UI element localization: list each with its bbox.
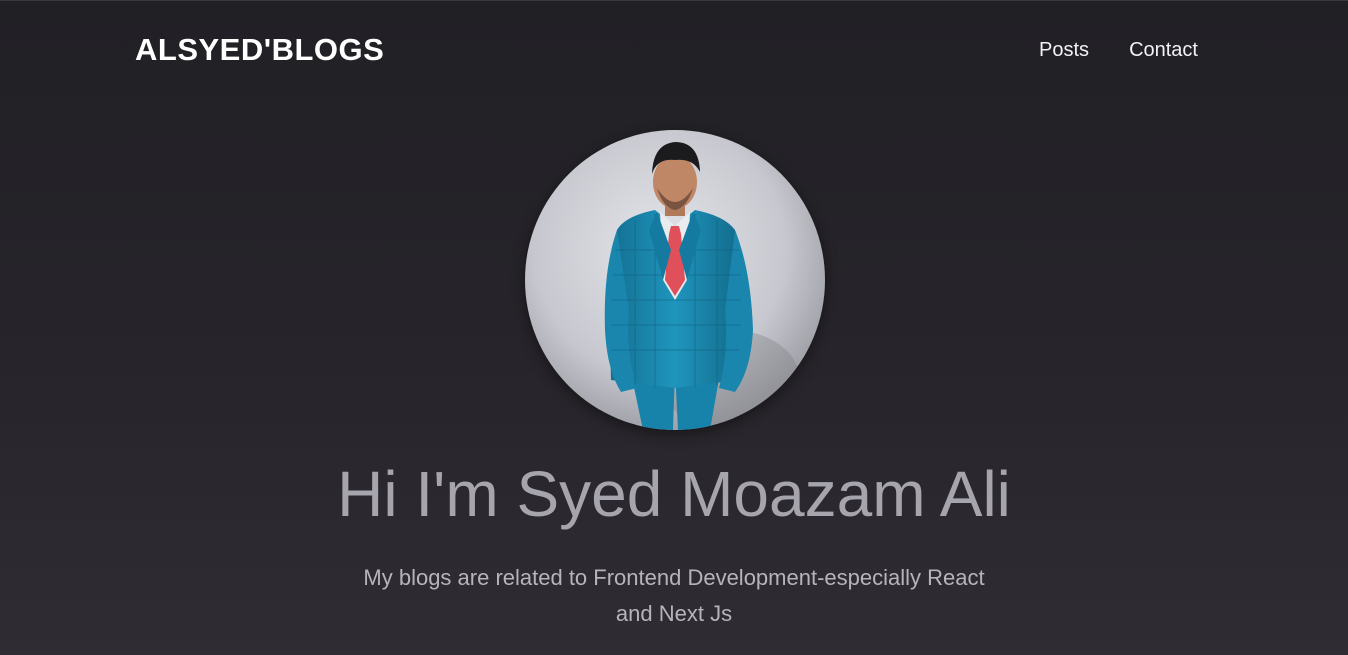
nav-link-contact[interactable]: Contact [1129,38,1198,62]
profile-photo-icon [525,130,825,430]
hero-title: Hi I'm Syed Moazam Ali [337,458,1011,530]
navbar: ALSYED'BLOGS Posts Contact [0,1,1348,99]
site-brand-link[interactable]: ALSYED'BLOGS [135,32,384,68]
hero-subtitle: My blogs are related to Frontend Develop… [363,565,985,626]
profile-avatar [525,130,825,430]
nav-link-posts[interactable]: Posts [1039,38,1089,62]
nav-links: Posts Contact [1039,38,1198,62]
